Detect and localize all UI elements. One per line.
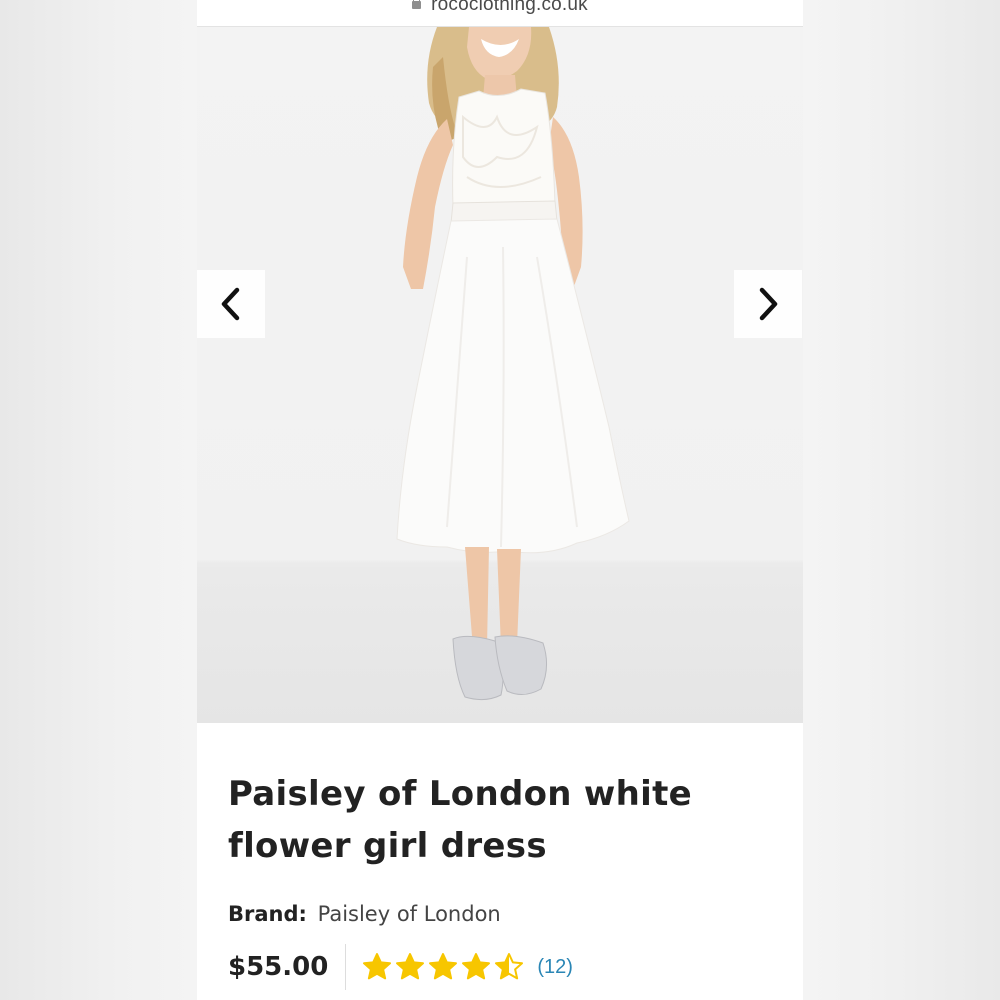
product-price: $55.00 [228, 952, 329, 982]
url-display[interactable]: rococlothing.co.uk [197, 0, 803, 16]
product-title: Paisley of London white flower girl dres… [228, 768, 768, 872]
star-icon [495, 953, 524, 980]
review-count-link[interactable]: (12) [537, 956, 573, 979]
lock-icon [412, 0, 422, 9]
address-bar[interactable]: rococlothing.co.uk [197, 0, 803, 27]
chevron-left-icon [221, 287, 240, 321]
brand-label: Brand: [228, 902, 307, 926]
brand-row: Brand: Paisley of London [228, 902, 501, 926]
chevron-right-icon [759, 287, 778, 321]
divider [345, 944, 347, 990]
product-photo [396, 27, 630, 701]
product-info: Paisley of London white flower girl dres… [197, 724, 803, 1000]
mobile-browser: rococlothing.co.uk Paisley of London whi… [197, 0, 803, 1000]
star-icon [396, 953, 425, 980]
next-image-button[interactable] [734, 270, 802, 338]
brand-name[interactable]: Paisley of London [318, 902, 501, 926]
product-title-line-2: flower girl dress [228, 826, 547, 866]
product-title-line-1: Paisley of London white [228, 774, 692, 814]
star-icon [363, 953, 392, 980]
star-icon [462, 953, 491, 980]
star-rating[interactable] [362, 952, 527, 982]
url-text: rococlothing.co.uk [431, 0, 588, 15]
product-image-gallery[interactable] [197, 27, 803, 723]
price-rating-row: $55.00 (12) [228, 942, 573, 992]
previous-image-button[interactable] [197, 270, 265, 338]
star-icon [429, 953, 458, 980]
